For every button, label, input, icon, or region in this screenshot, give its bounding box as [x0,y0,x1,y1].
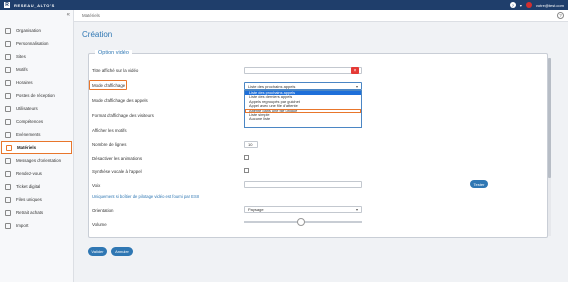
chevron-down-icon: ▾ [355,207,358,212]
orientation-label: Orientation [92,208,114,213]
queue-icon [5,196,11,203]
volume-slider-thumb[interactable] [296,218,305,226]
sidebar-item[interactable]: Ticket digital [0,180,73,193]
sidebar-item-label: Organisation [16,28,41,33]
titre-input[interactable] [244,67,362,74]
titre-label: Titre affiché sur la vidéo [92,68,139,73]
chevron-down-icon: ▾ [355,84,358,89]
sidebar-item[interactable]: Motifs [0,63,73,76]
palette-icon [5,40,11,47]
synthese-checkbox[interactable] [244,168,249,173]
sidebar-item-label: Import [16,223,29,228]
sidebar-item-label: Utilisateurs [16,106,38,111]
desactiver-animations-label: Désactiver les animations [92,156,143,161]
list-icon [5,66,11,73]
sidebar-item-label: Personnalisation [16,41,49,46]
mode-affichage-select[interactable]: Liste des prochains appels ▾ [244,82,362,90]
clock-icon [5,79,11,86]
upload-icon [5,222,11,229]
sidebar-item-label: Evénements [16,132,41,137]
voix-input[interactable] [244,181,362,188]
badge-icon [5,118,11,125]
orientation-value: Paysage [248,207,264,212]
nombre-lignes-input[interactable]: 10 [244,141,258,148]
sidebar-item[interactable]: Messages d'orientation [0,154,73,167]
sidebar-item[interactable]: Matériels [1,141,72,154]
topbar-right: ? ▾ votre@test.com [509,2,564,8]
bag-icon [5,209,11,216]
pin-icon [5,53,11,60]
sidebar-item[interactable]: Retrait achats [0,206,73,219]
sidebar-item-label: Compétences [16,119,44,124]
building-icon [5,27,11,34]
sidebar-item-label: Matériels [17,145,37,150]
sidebar-item[interactable]: Files uniques [0,193,73,206]
nombre-lignes-label: Nombre de lignes [92,142,127,147]
sidebar-item[interactable]: Utilisateurs [0,102,73,115]
calendar-check-icon [5,170,11,177]
sidebar-menu: Organisation Personnalisation Sites Motifs H… [0,24,73,232]
sidebar-item[interactable]: Organisation [0,24,73,37]
sidebar-item[interactable]: Personnalisation [0,37,73,50]
sidebar-item-label: Ticket digital [16,184,41,189]
mode-selected-value: Liste des prochains appels [248,83,296,89]
clear-title-icon[interactable]: × [351,67,359,74]
logo-icon: R [4,2,10,8]
help-menu-icon[interactable]: ? [509,2,516,8]
valider-button[interactable]: Valider [88,247,107,256]
top-bar: R RESEAU_ALTO'S ? ▾ votre@test.com [0,0,568,10]
sidebar: « Organisation Personnalisation Sites Motif… [0,10,74,282]
sidebar-item-label: Horaires [16,80,33,85]
hardware-note: Uniquement si boîtier de pilotage vidéo … [92,194,200,199]
sidebar-item[interactable]: Compétences [0,115,73,128]
user-email[interactable]: votre@test.com [536,3,564,8]
help-icon[interactable]: ? [557,12,564,19]
user-avatar-icon[interactable] [525,2,532,8]
users-icon [5,105,11,112]
panel-scrollbar[interactable] [548,58,551,236]
brand-name: RESEAU_ALTO'S [14,2,55,8]
sidebar-item[interactable]: Horaires [0,76,73,89]
dropdown-option[interactable]: Aucune liste [245,117,361,121]
message-icon [5,157,11,164]
breadcrumb-current: Matériels [82,13,100,18]
synthese-label: Synthèse vocale à l'appel [92,169,142,174]
sidebar-item[interactable]: Evénements [0,128,73,141]
page-title: Création [82,30,113,39]
help-menu-caret[interactable]: ▾ [520,3,522,8]
panel-legend: Option vidéo [95,50,132,56]
breadcrumb: Matériels ? [74,10,568,22]
sidebar-item-label: Postes de réception [16,93,55,98]
mode-affichage-dropdown: Liste des prochains appels Liste des dern… [244,90,362,128]
sidebar-item[interactable]: Rendez-vous [0,167,73,180]
tester-button[interactable]: Tester [470,180,488,188]
sidebar-item[interactable]: Postes de réception [0,89,73,102]
desk-icon [5,92,11,99]
volume-label: Volume [92,222,107,227]
sidebar-item-label: Files uniques [16,197,42,202]
voix-label: Voix [92,183,101,188]
ticket-icon [5,183,11,190]
sidebar-item-label: Motifs [16,67,28,72]
desactiver-animations-checkbox[interactable] [244,155,249,160]
orientation-select[interactable]: Paysage ▾ [244,206,362,213]
afficher-motifs-label: Afficher les motifs [92,128,127,133]
mode-appels-label: Mode d'affichage des appels [92,98,148,103]
calendar-icon [5,131,11,138]
sidebar-item[interactable]: Sites [0,50,73,63]
sidebar-item-label: Retrait achats [16,210,44,215]
device-icon [6,144,12,151]
annuler-button[interactable]: Annuler [111,247,133,256]
mode-affichage-label: Mode d'affichage [92,83,126,88]
scrollbar-thumb[interactable] [548,58,551,178]
sidebar-item-label: Messages d'orientation [16,158,62,163]
format-label: Format d'affichage des visiteurs [92,113,154,118]
collapse-sidebar-icon[interactable]: « [67,12,70,18]
sidebar-item-label: Sites [16,54,26,59]
sidebar-item[interactable]: Import [0,219,73,232]
sidebar-item-label: Rendez-vous [16,171,42,176]
